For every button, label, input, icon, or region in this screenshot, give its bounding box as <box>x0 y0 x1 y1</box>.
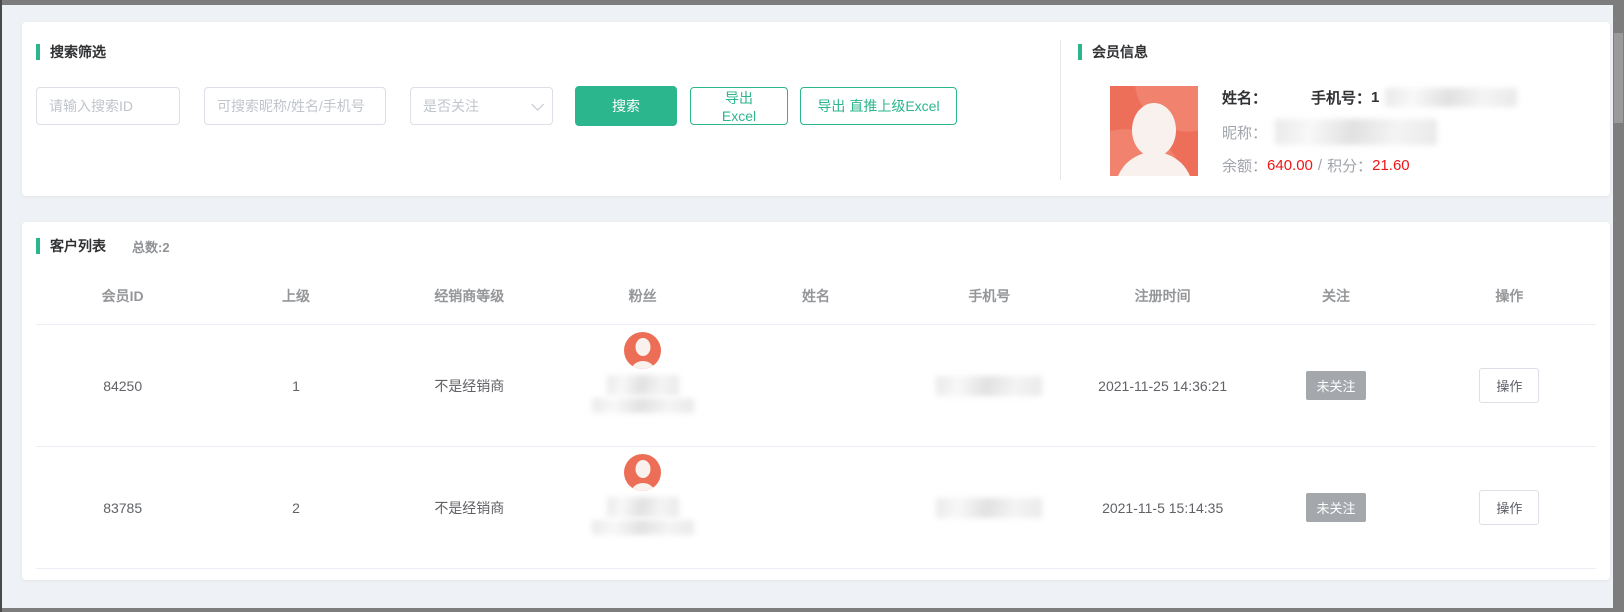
customer-list-title: 客户列表 <box>36 236 106 256</box>
redacted-phone-cell <box>936 498 1042 518</box>
cell-member-id: 84250 <box>103 378 142 394</box>
section-divider <box>1060 40 1061 180</box>
cell-register-time: 2021-11-5 15:14:35 <box>1102 500 1223 516</box>
balance-value: 640.00 <box>1267 157 1313 174</box>
member-nickname-line: 昵称： <box>1222 122 1517 142</box>
cell-dealer-level: 不是经销商 <box>434 376 504 396</box>
balance-points-separator: / <box>1318 157 1322 174</box>
redacted-fan-nickname <box>592 520 694 535</box>
customer-list-card: 客户列表 总数:2 会员ID 上级 经销商等级 粉丝 姓名 手机号 注册时间 关… <box>22 222 1610 580</box>
points-label: 积分： <box>1327 155 1372 176</box>
member-info-title-text: 会员信息 <box>1092 42 1148 62</box>
person-icon <box>1132 103 1176 157</box>
member-nickname-label: 昵称： <box>1222 122 1267 143</box>
col-dealer-level: 经销商等级 <box>434 286 504 306</box>
member-balance-line: 余额： 640.00 / 积分： 21.60 <box>1222 155 1517 175</box>
title-accent-bar <box>36 238 40 254</box>
person-icon <box>629 483 656 491</box>
table-header-row: 会员ID 上级 经销商等级 粉丝 姓名 手机号 注册时间 关注 操作 <box>36 268 1596 325</box>
search-filter-title: 搜索筛选 <box>36 42 106 62</box>
page-content: 搜索筛选 是否关注 搜索 导出 Excel 导出 直推上级Excel 会员信息 <box>2 5 1613 608</box>
person-icon <box>629 361 656 369</box>
fan-avatar <box>624 332 661 369</box>
member-phone-prefix: 1 <box>1371 89 1379 106</box>
filter-member-card: 搜索筛选 是否关注 搜索 导出 Excel 导出 直推上级Excel 会员信息 <box>22 22 1610 196</box>
table-row: 84250 1 不是经销商 2021-11-25 14:36:21 未关注 操作 <box>36 325 1596 447</box>
search-button[interactable]: 搜索 <box>575 86 677 126</box>
row-action-button[interactable]: 操作 <box>1479 368 1539 403</box>
window-bottom-border <box>0 608 1624 612</box>
row-action-button[interactable]: 操作 <box>1479 490 1539 525</box>
window-top-border <box>0 0 1624 5</box>
search-id-input[interactable] <box>36 87 180 125</box>
table-row: 83785 2 不是经销商 2021-11-5 15:14:35 未关注 操作 <box>36 447 1596 569</box>
cell-parent: 1 <box>292 378 300 394</box>
follow-status-select[interactable]: 是否关注 <box>410 87 553 125</box>
follow-status-select-value: 是否关注 <box>423 96 479 116</box>
col-name: 姓名 <box>802 286 830 306</box>
cell-dealer-level: 不是经销商 <box>434 498 504 518</box>
search-filter-title-text: 搜索筛选 <box>50 42 106 62</box>
keyword-search-input[interactable] <box>204 87 386 125</box>
col-follow: 关注 <box>1322 286 1350 306</box>
export-parent-excel-button[interactable]: 导出 直推上级Excel <box>800 87 957 125</box>
col-action: 操作 <box>1495 286 1523 306</box>
cell-fans <box>592 454 694 535</box>
cell-member-id: 83785 <box>103 500 142 516</box>
scrollbar-thumb[interactable] <box>1614 33 1623 123</box>
cell-register-time: 2021-11-25 14:36:21 <box>1098 378 1227 394</box>
redacted-phone-value <box>1385 88 1517 107</box>
customer-table: 会员ID 上级 经销商等级 粉丝 姓名 手机号 注册时间 关注 操作 84250… <box>36 268 1596 569</box>
title-accent-bar <box>36 44 40 60</box>
redacted-fan-nickname <box>592 398 694 413</box>
customer-list-header: 客户列表 总数:2 <box>36 236 170 256</box>
balance-label: 余额： <box>1222 155 1267 176</box>
window-left-border <box>0 0 2 612</box>
redacted-fan-nickname <box>607 497 679 517</box>
customer-list-title-text: 客户列表 <box>50 236 106 256</box>
member-name-phone-line: 姓名： 手机号： 1 <box>1222 87 1517 107</box>
person-icon <box>635 460 650 478</box>
scrollbar-track[interactable] <box>1613 5 1624 608</box>
member-avatar <box>1110 86 1198 176</box>
cell-fans <box>592 332 694 413</box>
follow-status-badge: 未关注 <box>1306 493 1365 522</box>
person-icon <box>1115 152 1193 176</box>
cell-parent: 2 <box>292 500 300 516</box>
search-form: 是否关注 搜索 导出 Excel 导出 直推上级Excel <box>36 86 957 126</box>
col-member-id: 会员ID <box>102 286 144 306</box>
follow-status-badge: 未关注 <box>1306 371 1365 400</box>
chevron-down-icon <box>531 98 544 111</box>
person-icon <box>635 338 650 356</box>
title-accent-bar <box>1078 44 1082 60</box>
redacted-phone-cell <box>936 376 1042 396</box>
member-phone-label: 手机号： <box>1311 87 1371 108</box>
redacted-fan-nickname <box>607 375 679 395</box>
member-info-lines: 姓名： 手机号： 1 昵称： 余额： 640.00 / 积分： 21.60 <box>1222 86 1517 176</box>
total-count-label: 总数:2 <box>132 237 170 256</box>
col-register-time: 注册时间 <box>1135 286 1191 306</box>
fan-avatar <box>624 454 661 491</box>
member-info-body: 姓名： 手机号： 1 昵称： 余额： 640.00 / 积分： 21.60 <box>1110 86 1517 176</box>
redacted-nickname-value <box>1275 119 1437 145</box>
col-phone: 手机号 <box>968 286 1010 306</box>
points-value: 21.60 <box>1372 157 1410 174</box>
member-name-label: 姓名： <box>1222 87 1267 108</box>
export-excel-button[interactable]: 导出 Excel <box>690 87 788 125</box>
member-info-title: 会员信息 <box>1078 42 1148 62</box>
col-fans: 粉丝 <box>629 286 657 306</box>
col-parent: 上级 <box>282 286 310 306</box>
